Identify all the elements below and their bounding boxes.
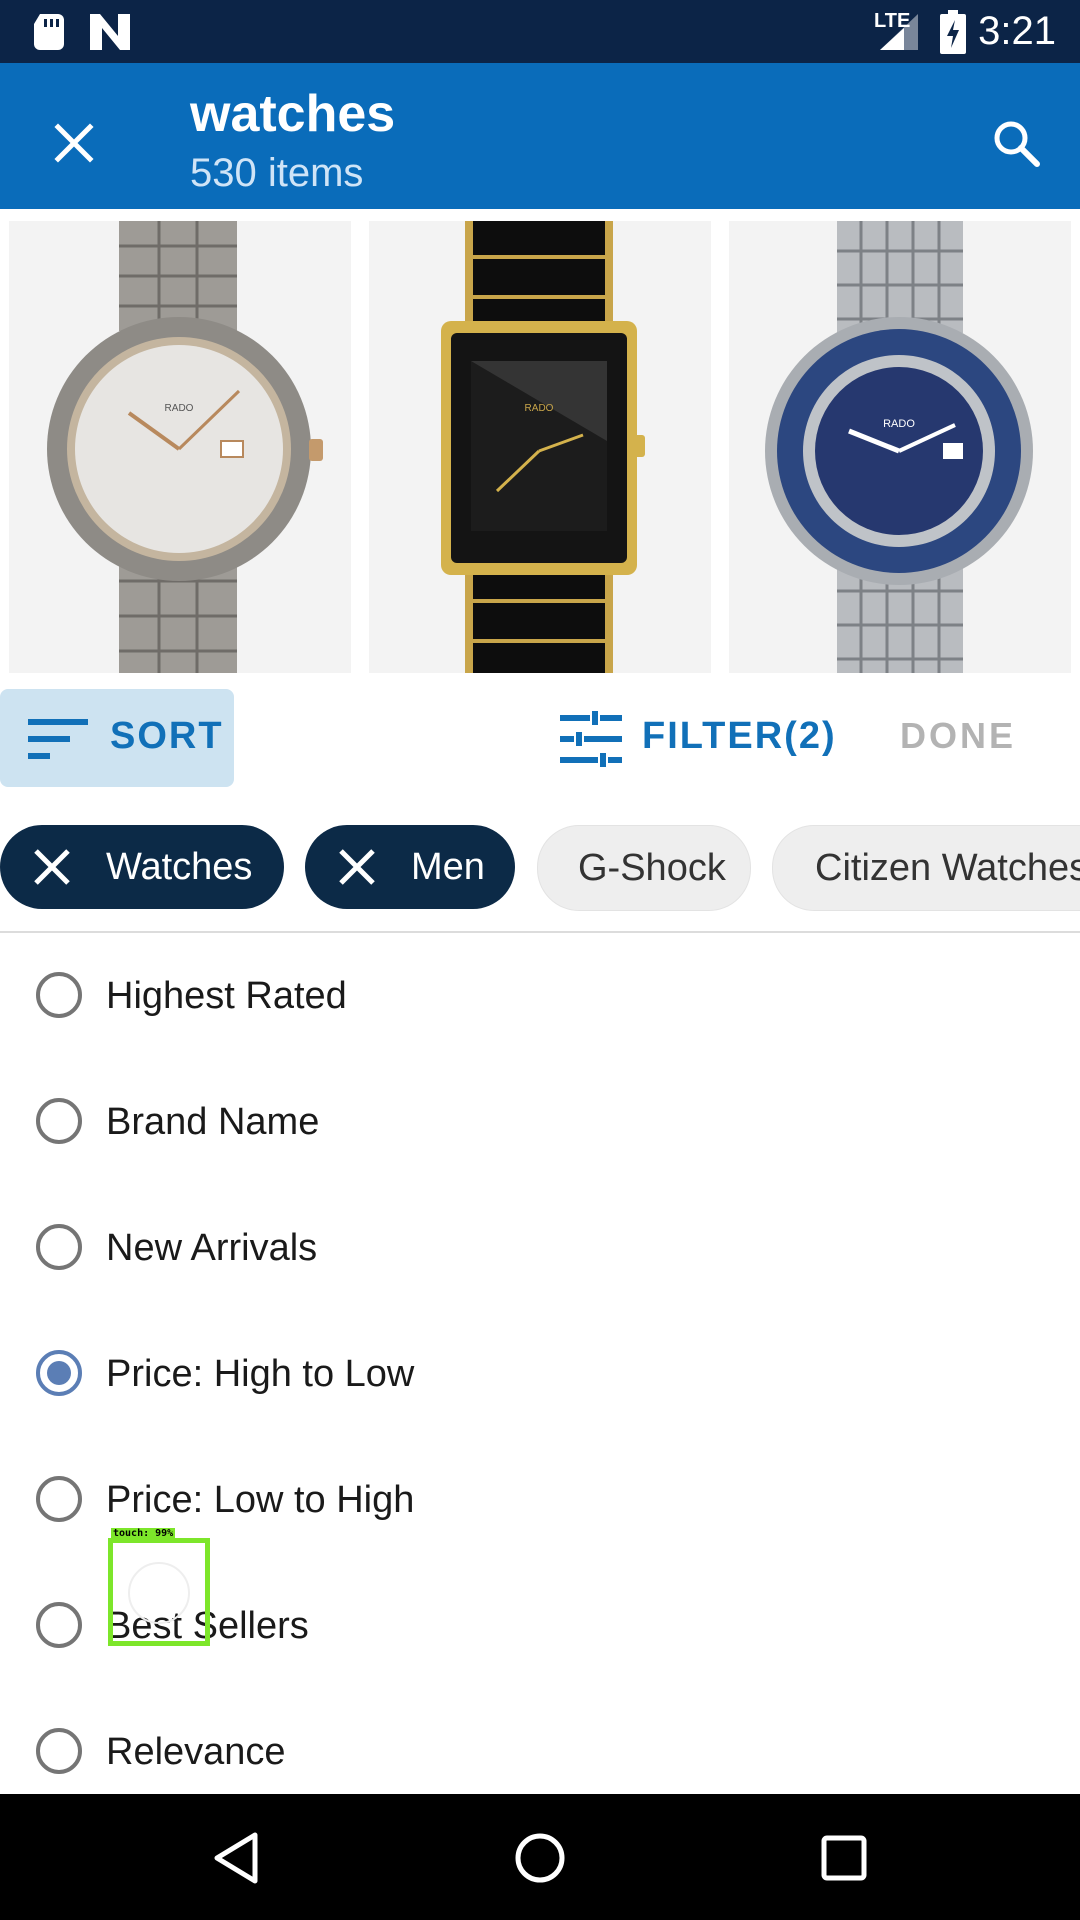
radio-button[interactable] (36, 1098, 82, 1144)
product-card[interactable]: RADO (369, 221, 711, 673)
chip-label: Watches (106, 846, 253, 888)
app-bar: watches 530 items (0, 63, 1080, 209)
sort-button[interactable]: SORT (0, 689, 234, 787)
option-label: New Arrivals (106, 1227, 318, 1269)
option-label: Brand Name (106, 1101, 320, 1143)
sort-option-price-high-to-low[interactable]: Price: High to Low (0, 1318, 1080, 1444)
item-count: 530 items (190, 151, 364, 195)
sort-label: SORT (110, 715, 224, 757)
option-label: Price: Low to High (106, 1479, 415, 1521)
chip-label: G-Shock (578, 847, 726, 889)
status-bar: LTE 3:21 (0, 0, 1080, 63)
sd-card-icon (34, 14, 64, 50)
watch-brand: RADO (883, 418, 915, 430)
back-button[interactable] (196, 1818, 276, 1898)
product-card[interactable]: RADO (9, 221, 351, 673)
radio-button[interactable] (36, 972, 82, 1018)
product-image: RADO (47, 221, 323, 673)
watch-brand: RADO (525, 403, 554, 414)
radio-button[interactable] (36, 1224, 82, 1270)
recents-square-icon (821, 1835, 867, 1881)
option-label: Highest Rated (106, 975, 347, 1017)
radio-button-selected[interactable] (36, 1350, 82, 1396)
battery-charging-icon (940, 10, 966, 54)
chip-watches[interactable]: Watches (0, 825, 284, 909)
watch-brand: RADO (165, 403, 194, 414)
chip-g-shock[interactable]: G-Shock (537, 825, 751, 911)
sort-option-brand-name[interactable]: Brand Name (0, 1066, 1080, 1192)
close-button[interactable] (30, 99, 118, 187)
product-image: RADO (765, 221, 1033, 673)
navigation-bar (0, 1794, 1080, 1920)
done-button[interactable]: DONE (900, 715, 1016, 757)
radio-button[interactable] (36, 1476, 82, 1522)
sort-option-new-arrivals[interactable]: New Arrivals (0, 1192, 1080, 1318)
home-circle-icon (515, 1833, 565, 1883)
filter-label: FILTER(2) (642, 715, 837, 757)
chip-label: Citizen Watches (815, 847, 1080, 889)
remove-chip-icon (34, 849, 70, 885)
chip-citizen-watches[interactable]: Citizen Watches (772, 825, 1080, 911)
option-label: Price: High to Low (106, 1353, 415, 1395)
sort-icon (28, 719, 88, 759)
lte-signal-icon (880, 14, 918, 50)
sort-option-highest-rated[interactable]: Highest Rated (0, 940, 1080, 1066)
filter-chips: Watches Men G-Shock Citizen Watches (0, 803, 1080, 933)
chip-men[interactable]: Men (305, 825, 515, 909)
radio-button[interactable] (36, 1602, 82, 1648)
home-button[interactable] (500, 1818, 580, 1898)
product-strip: RADO RADO RADO (0, 209, 1080, 673)
status-time: 3:21 (978, 9, 1056, 53)
page-title: watches (190, 85, 396, 143)
touch-confidence-label: touch: 99% (111, 1528, 176, 1539)
recents-button[interactable] (804, 1818, 884, 1898)
search-icon (994, 121, 1040, 167)
product-card[interactable]: RADO (729, 221, 1071, 673)
close-icon (54, 123, 94, 163)
back-triangle-icon (214, 1832, 258, 1884)
n-logo-icon (90, 14, 130, 50)
product-image: RADO (441, 221, 645, 673)
radio-button[interactable] (36, 1728, 82, 1774)
filter-icon (560, 711, 622, 767)
chip-label: Men (411, 846, 485, 888)
sort-filter-toolbar: SORT FILTER(2) DONE (0, 673, 1080, 805)
touch-highlight-box (108, 1538, 210, 1646)
option-label: Relevance (106, 1731, 286, 1773)
filter-button[interactable]: FILTER(2) (556, 689, 846, 787)
search-button[interactable] (972, 99, 1060, 187)
remove-chip-icon (339, 849, 375, 885)
